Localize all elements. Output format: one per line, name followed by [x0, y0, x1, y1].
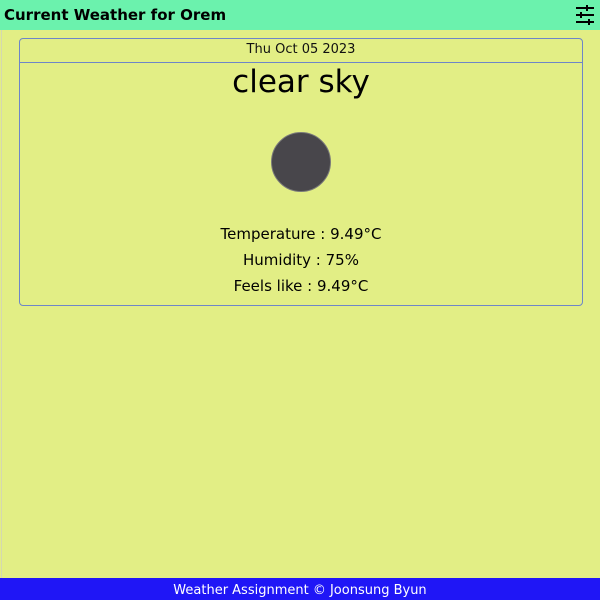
- footer: Weather Assignment © Joonsung Byun: [0, 578, 600, 600]
- weather-condition-icon: [271, 132, 331, 192]
- weather-date: Thu Oct 05 2023: [20, 39, 582, 63]
- weather-card: Thu Oct 05 2023 clear sky Temperature : …: [19, 38, 583, 306]
- settings-button[interactable]: [574, 4, 596, 26]
- humidity-text: Humidity : 75%: [243, 251, 359, 269]
- feels-like-text: Feels like : 9.49°C: [233, 277, 369, 295]
- weather-description: clear sky: [232, 64, 370, 100]
- footer-text: Weather Assignment © Joonsung Byun: [173, 583, 427, 598]
- sliders-icon: [576, 5, 594, 25]
- app-header: Current Weather for Orem: [0, 0, 600, 30]
- temperature-text: Temperature : 9.49°C: [220, 225, 382, 243]
- page-title: Current Weather for Orem: [4, 6, 227, 24]
